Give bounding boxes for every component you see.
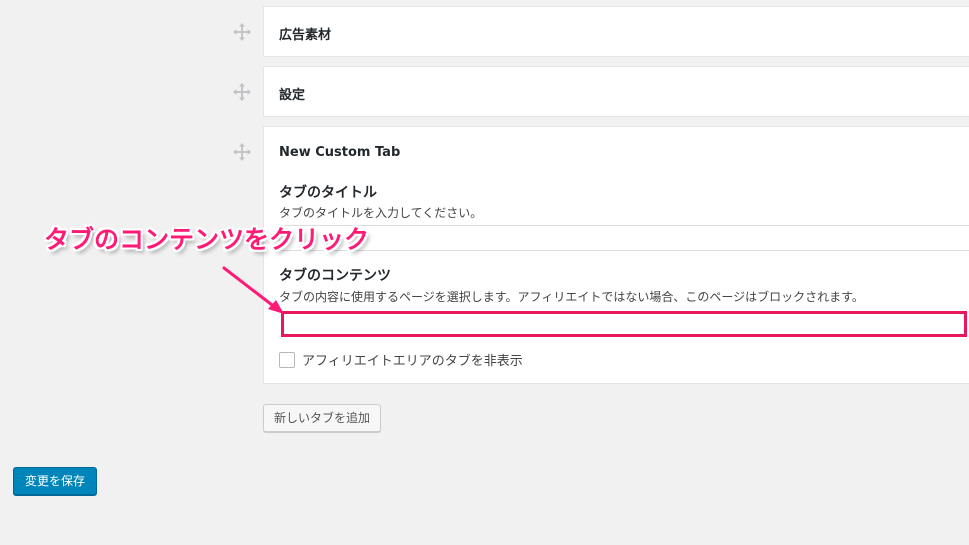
annotation-arrow-icon [222,266,284,314]
hide-tab-checkbox[interactable] [279,351,295,368]
tab-title-label: タブのタイトル [279,185,377,201]
settings-panel[interactable]: 設定 [263,66,969,117]
tab-content-select[interactable] [281,311,967,337]
panel-title: 広告素材 [279,28,332,43]
hide-tab-checkbox-row[interactable]: アフィリエイトエリアのタブを非表示 [279,350,523,369]
save-changes-button[interactable]: 変更を保存 [13,467,98,495]
move-icon[interactable] [232,22,252,42]
annotation-callout: タブのコンテンツをクリック [44,225,370,254]
hide-tab-checkbox-label: アフィリエイトエリアのタブを非表示 [302,354,523,369]
tab-content-label: タブのコンテンツ [279,268,391,284]
ad-materials-panel[interactable]: 広告素材 [263,6,969,57]
panel-title: 設定 [279,88,306,103]
move-icon[interactable] [232,142,252,162]
tab-title-description: タブのタイトルを入力してください。 [279,206,483,220]
tab-title-input[interactable] [279,225,969,251]
tab-content-description: タブの内容に使用するページを選択します。アフィリエイトではない場合、このページは… [279,290,864,304]
add-tab-button[interactable]: 新しいタブを追加 [263,404,382,432]
panel-title: New Custom Tab [279,145,401,160]
move-icon[interactable] [232,82,252,102]
